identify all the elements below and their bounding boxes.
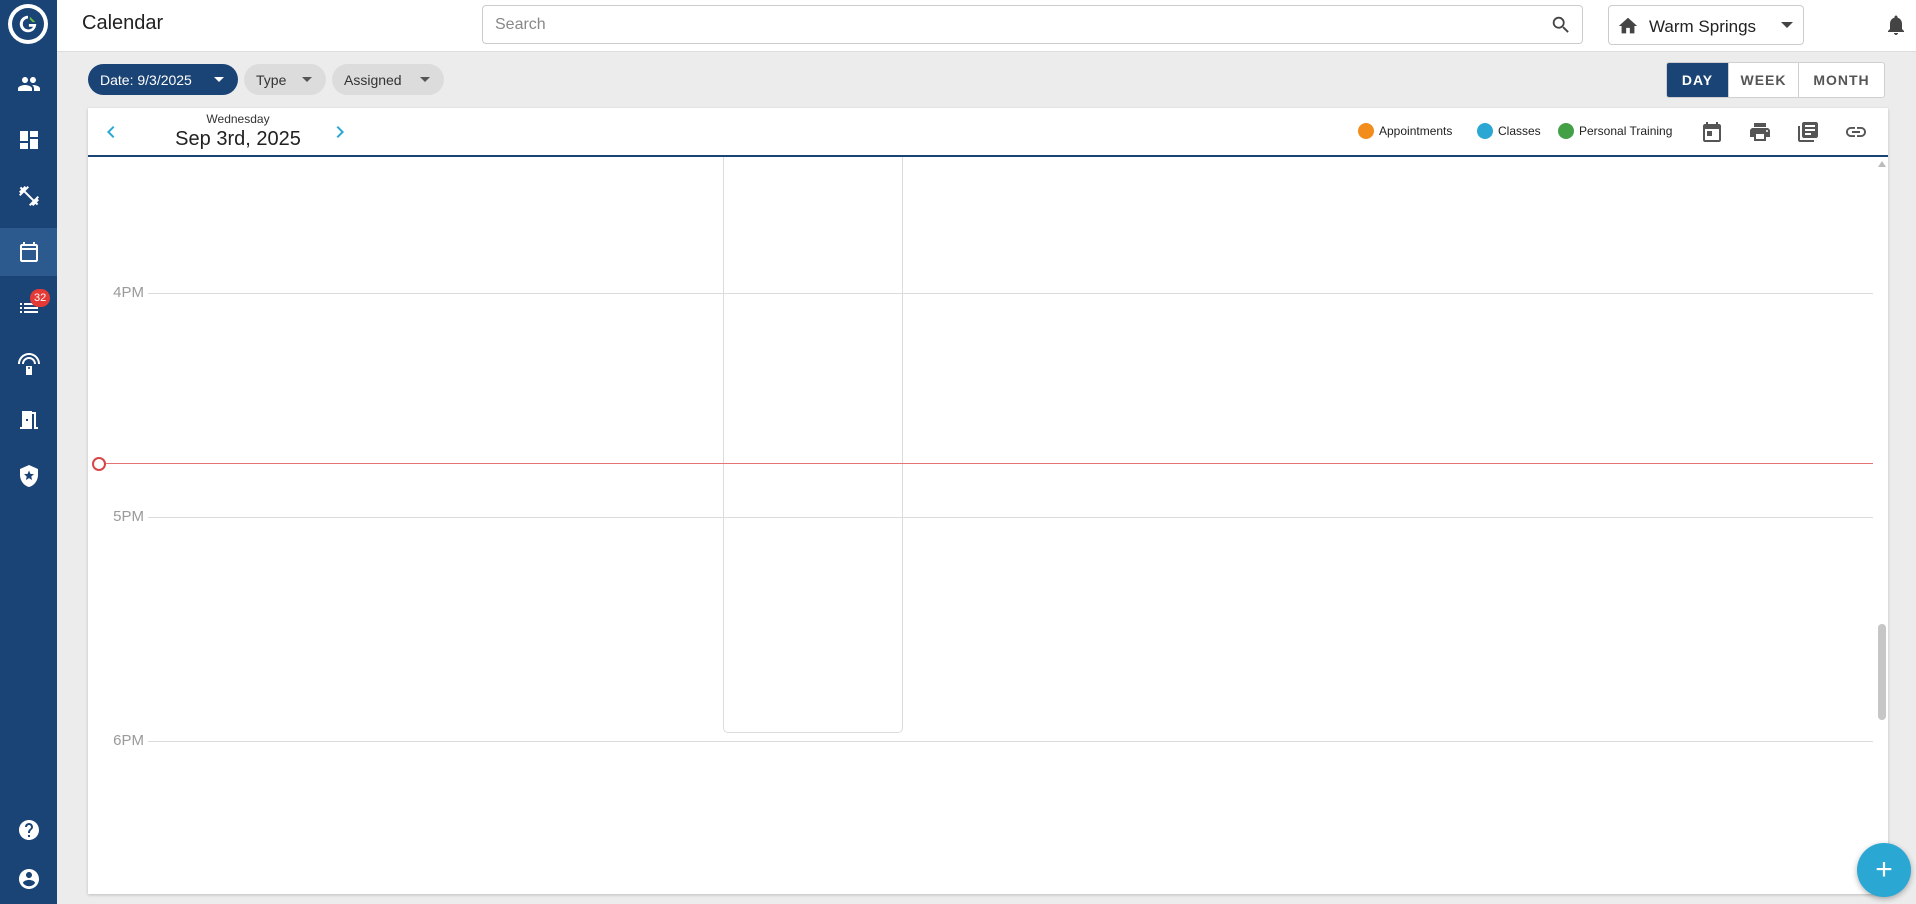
search-input[interactable] [495, 6, 1535, 43]
dumbbell-icon [18, 186, 39, 206]
sidebar-item-security[interactable] [0, 452, 57, 500]
hour-label-4pm: 4PM [113, 284, 144, 301]
calendar-today-icon[interactable] [1700, 120, 1724, 144]
home-icon [1618, 17, 1638, 34]
print-icon[interactable] [1748, 120, 1772, 144]
legend-personal-training: Personal Training [1558, 123, 1672, 139]
location-label: Warm Springs [1649, 17, 1757, 36]
legend-appointments-label: Appointments [1379, 124, 1453, 138]
legend-appointments: Appointments [1358, 123, 1452, 139]
page-title: Calendar [82, 12, 164, 34]
app-logo[interactable] [8, 4, 48, 44]
sidebar-item-dashboard[interactable] [0, 116, 57, 164]
hour-line [148, 517, 1873, 518]
search-icon[interactable] [1550, 14, 1572, 36]
account-circle-icon [18, 869, 39, 889]
link-icon[interactable] [1844, 120, 1868, 144]
current-time-line [98, 463, 1873, 464]
door-icon [19, 411, 38, 429]
chevron-down-icon [420, 77, 430, 82]
current-time-marker [92, 457, 106, 471]
legend-classes-label: Classes [1498, 124, 1541, 138]
view-toggle: DAY WEEK MONTH [1666, 62, 1885, 98]
type-filter-chip[interactable]: Type [244, 64, 326, 95]
document-icon[interactable] [1796, 120, 1820, 144]
sidebar-item-tasks[interactable]: 32 [0, 284, 57, 332]
top-bar: Calendar Warm Springs 2 [57, 0, 1916, 52]
sidebar-item-checkin[interactable] [0, 396, 57, 444]
dashboard-icon [19, 131, 38, 149]
people-icon [17, 77, 40, 91]
scroll-up-arrow[interactable] [1878, 161, 1886, 167]
date-filter-chip[interactable]: Date: 9/3/2025 [88, 64, 238, 95]
hour-line [148, 741, 1873, 742]
week-view-button[interactable]: WEEK [1728, 63, 1798, 97]
tasks-count-badge: 32 [30, 289, 51, 307]
legend-classes: Classes [1477, 123, 1541, 139]
chevron-right-icon[interactable] [328, 120, 352, 144]
appointments-dot [1358, 123, 1374, 139]
personal-training-dot [1558, 123, 1574, 139]
day-view-button[interactable]: DAY [1667, 63, 1728, 97]
sidebar-item-members[interactable] [0, 60, 57, 108]
type-filter-label: Type [256, 71, 287, 88]
date-filter-label: Date: 9/3/2025 [100, 71, 192, 88]
sidebar-item-fitness[interactable] [0, 172, 57, 220]
calendar-header: Wednesday Sep 3rd, 2025 Appointments Cla… [88, 108, 1888, 157]
logo-mark-icon [19, 15, 37, 33]
chevron-left-icon[interactable] [99, 120, 123, 144]
sidebar-nav: 32 [0, 0, 57, 904]
search-box[interactable] [482, 5, 1583, 44]
bell-icon[interactable] [1884, 13, 1908, 37]
event-column[interactable] [723, 157, 903, 733]
remote-icon [17, 353, 40, 375]
calendar-card: Wednesday Sep 3rd, 2025 Appointments Cla… [88, 108, 1888, 894]
chevron-down-icon [214, 77, 224, 82]
month-view-button[interactable]: MONTH [1798, 63, 1884, 97]
hour-label-6pm: 6PM [113, 732, 144, 749]
chevron-down-icon [302, 77, 312, 82]
location-select[interactable]: Warm Springs [1608, 5, 1804, 45]
sidebar-item-access[interactable] [0, 340, 57, 388]
hour-label-5pm: 5PM [113, 508, 144, 525]
sidebar-item-account[interactable] [0, 855, 57, 903]
add-event-button[interactable]: + [1857, 843, 1911, 897]
legend-personal-training-label: Personal Training [1579, 124, 1673, 138]
sidebar-item-help[interactable] [0, 806, 57, 854]
plus-icon: + [1875, 853, 1893, 886]
chevron-down-icon [1781, 22, 1793, 28]
shield-star-icon [19, 465, 38, 487]
classes-dot [1477, 123, 1493, 139]
assigned-filter-label: Assigned [344, 71, 402, 88]
scroll-thumb[interactable] [1878, 624, 1886, 720]
calendar-icon [19, 242, 38, 262]
help-icon [18, 820, 39, 840]
sidebar-item-calendar[interactable] [0, 228, 57, 276]
current-date: Sep 3rd, 2025 [175, 128, 301, 150]
hour-line [148, 293, 1873, 294]
grid-scrollbar[interactable] [1876, 157, 1888, 894]
assigned-filter-chip[interactable]: Assigned [332, 64, 444, 95]
day-grid[interactable]: 4PM 5PM 6PM [88, 157, 1888, 894]
weekday-label: Wednesday [206, 112, 270, 126]
